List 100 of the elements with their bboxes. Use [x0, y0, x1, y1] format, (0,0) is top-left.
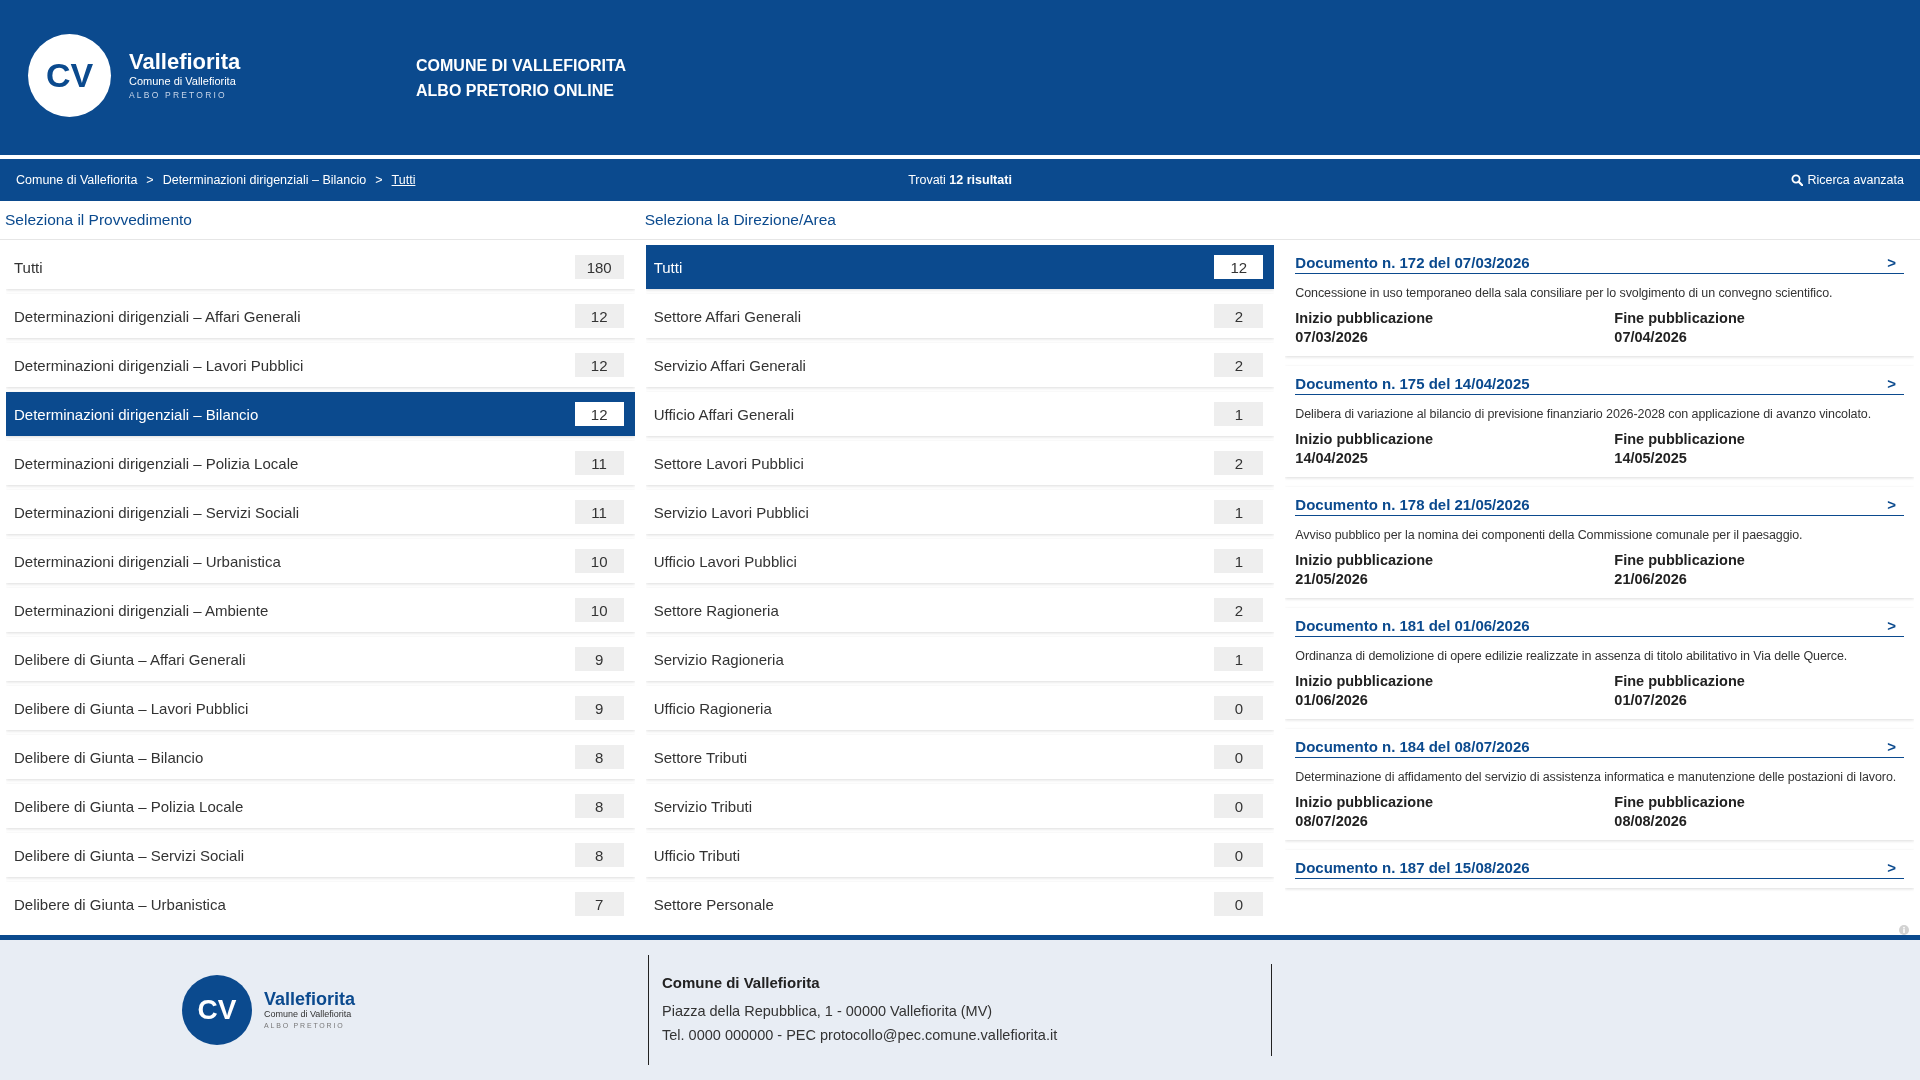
category-option[interactable]: Determinazioni dirigenziali – Lavori Pubblici 12 [6, 343, 635, 387]
breadcrumb-separator: > [146, 173, 154, 187]
count-badge: 12 [1214, 255, 1264, 279]
document-title-link[interactable]: Documento n. 175 del 14/04/2025 [1295, 374, 1530, 394]
date-value: 08/08/2026 [1614, 812, 1687, 831]
logo-subtitle: Comune di Vallefiorita [264, 1009, 352, 1020]
count-badge: 2 [1214, 353, 1264, 377]
category-option[interactable]: Delibere di Giunta – Polizia Locale 8 [6, 784, 635, 828]
document-description: Concessione in uso temporaneo della sala consiliare per lo svolgimento di un convegno scientifico. [1295, 285, 1834, 302]
count-badge: 1 [1214, 549, 1264, 573]
area-option[interactable]: Servizio Affari Generali 2 [645, 343, 1275, 387]
open-arrow-link[interactable]: > [1887, 858, 1896, 878]
area-option[interactable]: Ufficio Ragioneria 0 [645, 686, 1275, 730]
document-title-link[interactable]: Documento n. 172 del 07/03/2026 [1295, 253, 1530, 273]
count-badge: 180 [574, 255, 624, 279]
footer-contacts: Tel. 0000 000000 - PEC protocollo@pec.comune.vallefiorita.it [662, 1026, 1058, 1045]
open-arrow-link[interactable]: > [1887, 616, 1896, 636]
document-description: Ordinanza di demolizione di opere edilizie realizzate in assenza di titolo abilitativo in Via delle Querce. [1295, 648, 1849, 665]
area-option[interactable]: Settore Affari Generali 2 [645, 294, 1275, 338]
category-option[interactable]: Determinazioni dirigenziali – Urbanistica 10 [6, 539, 635, 583]
logo-emblem: CV [28, 34, 111, 117]
category-option[interactable]: Determinazioni dirigenziali – Bilancio 12 [6, 392, 635, 436]
breadcrumb-link[interactable]: Tutti [391, 173, 416, 187]
date-value: 21/05/2026 [1295, 570, 1368, 589]
area-option[interactable]: Servizio Ragioneria 1 [645, 637, 1275, 681]
date-value: 08/07/2026 [1295, 812, 1368, 831]
count-badge: 0 [1214, 794, 1264, 818]
open-arrow-link[interactable]: > [1887, 253, 1896, 273]
count-badge: 8 [574, 843, 624, 867]
logo-name: Vallefiorita [129, 49, 241, 74]
date-value: 14/04/2025 [1295, 449, 1368, 468]
open-arrow-link[interactable]: > [1887, 374, 1896, 394]
area-option[interactable]: Settore Ragioneria 2 [645, 588, 1275, 632]
date-label: Inizio pubblicazione [1295, 430, 1434, 449]
count-badge: 1 [1214, 402, 1264, 426]
portal-title: COMUNE DI VALLEFIORITA [416, 55, 627, 76]
count-badge: 2 [1214, 304, 1264, 328]
date-value: 01/07/2026 [1614, 691, 1687, 710]
count-badge: 10 [574, 549, 624, 573]
breadcrumb-link[interactable]: Determinazioni dirigenziali – Bilancio [162, 173, 367, 187]
area-option[interactable]: Servizio Tributi 0 [645, 784, 1275, 828]
category-option[interactable]: Determinazioni dirigenziali – Affari Generali 12 [6, 294, 635, 338]
document-title-link[interactable]: Documento n. 178 del 21/05/2026 [1295, 495, 1530, 515]
info-icon [1899, 924, 1909, 935]
count-badge: 2 [1214, 451, 1264, 475]
footer-address: Piazza della Repubblica, 1 - 00000 Vallefiorita (MV) [662, 1002, 993, 1021]
area-option[interactable]: Tutti 12 [645, 245, 1275, 289]
document-title-link[interactable]: Documento n. 187 del 15/08/2026 [1295, 858, 1530, 878]
area-option[interactable]: Ufficio Affari Generali 1 [645, 392, 1275, 436]
date-value: 21/06/2026 [1614, 570, 1687, 589]
date-label: Inizio pubblicazione [1295, 672, 1434, 691]
date-label: Fine pubblicazione [1614, 430, 1745, 449]
date-value: 01/06/2026 [1295, 691, 1368, 710]
date-value: 07/03/2026 [1295, 328, 1368, 347]
category-option[interactable]: Delibere di Giunta – Bilancio 8 [6, 735, 635, 779]
count-badge: 9 [574, 647, 624, 671]
date-value: 07/04/2026 [1614, 328, 1687, 347]
date-label: Fine pubblicazione [1614, 672, 1745, 691]
area-option[interactable]: Settore Personale 0 [645, 882, 1275, 924]
area-option[interactable]: Settore Tributi 0 [645, 735, 1275, 779]
count-badge: 0 [1214, 892, 1264, 916]
count-badge: 12 [574, 402, 624, 426]
section-heading: Seleziona la Direzione/Area [644, 211, 836, 229]
document-title-link[interactable]: Documento n. 184 del 08/07/2026 [1295, 737, 1530, 757]
category-option[interactable]: Delibere di Giunta – Servizi Sociali 8 [6, 833, 635, 877]
area-option[interactable]: Settore Lavori Pubblici 2 [645, 441, 1275, 485]
document-description: Determinazione di affidamento del servizio di assistenza informatica e manutenzione delle postazioni di lavoro. [1295, 769, 1898, 786]
document-description: Avviso pubblico per la nomina dei componenti della Commissione comunale per il paesaggio. [1295, 527, 1804, 544]
count-badge: 0 [1214, 696, 1264, 720]
breadcrumb-separator: > [375, 173, 383, 187]
portal-title: ALBO PRETORIO ONLINE [416, 80, 614, 101]
open-arrow-link[interactable]: > [1887, 737, 1896, 757]
area-option[interactable]: Ufficio Tributi 0 [645, 833, 1275, 877]
date-label: Inizio pubblicazione [1295, 551, 1434, 570]
logo-subtitle: Comune di Vallefiorita [129, 73, 236, 88]
count-badge: 9 [574, 696, 624, 720]
breadcrumb-link[interactable]: Comune di Vallefiorita [16, 173, 138, 187]
date-label: Fine pubblicazione [1614, 551, 1745, 570]
advanced-search-link[interactable]: Ricerca avanzata [1791, 173, 1904, 187]
category-option[interactable]: Delibere di Giunta – Urbanistica 7 [6, 882, 635, 924]
category-option[interactable]: Determinazioni dirigenziali – Ambiente 10 [6, 588, 635, 632]
document-title-link[interactable]: Documento n. 181 del 01/06/2026 [1295, 616, 1530, 636]
count-badge: 0 [1214, 745, 1264, 769]
area-option[interactable]: Ufficio Lavori Pubblici 1 [645, 539, 1275, 583]
date-label: Fine pubblicazione [1614, 793, 1745, 812]
category-option[interactable]: Delibere di Giunta – Affari Generali 9 [6, 637, 635, 681]
category-option[interactable]: Tutti 180 [6, 245, 635, 289]
count-badge: 2 [1214, 598, 1264, 622]
date-label: Inizio pubblicazione [1295, 793, 1434, 812]
date-label: Inizio pubblicazione [1295, 309, 1434, 328]
category-option[interactable]: Determinazioni dirigenziali – Polizia Locale 11 [6, 441, 635, 485]
category-option[interactable]: Determinazioni dirigenziali – Servizi Sociali 11 [6, 490, 635, 534]
count-badge: 8 [574, 794, 624, 818]
area-option[interactable]: Servizio Lavori Pubblici 1 [645, 490, 1275, 534]
category-option[interactable]: Delibere di Giunta – Lavori Pubblici 9 [6, 686, 635, 730]
count-badge: 1 [1214, 647, 1264, 671]
open-arrow-link[interactable]: > [1887, 495, 1896, 515]
results-count: Trovati 12 risultati [908, 173, 1012, 187]
document-description: Delibera di variazione al bilancio di previsione finanziario 2026-2028 con applicazione di avanzo vincolato. [1295, 406, 1872, 423]
count-badge: 12 [574, 304, 624, 328]
